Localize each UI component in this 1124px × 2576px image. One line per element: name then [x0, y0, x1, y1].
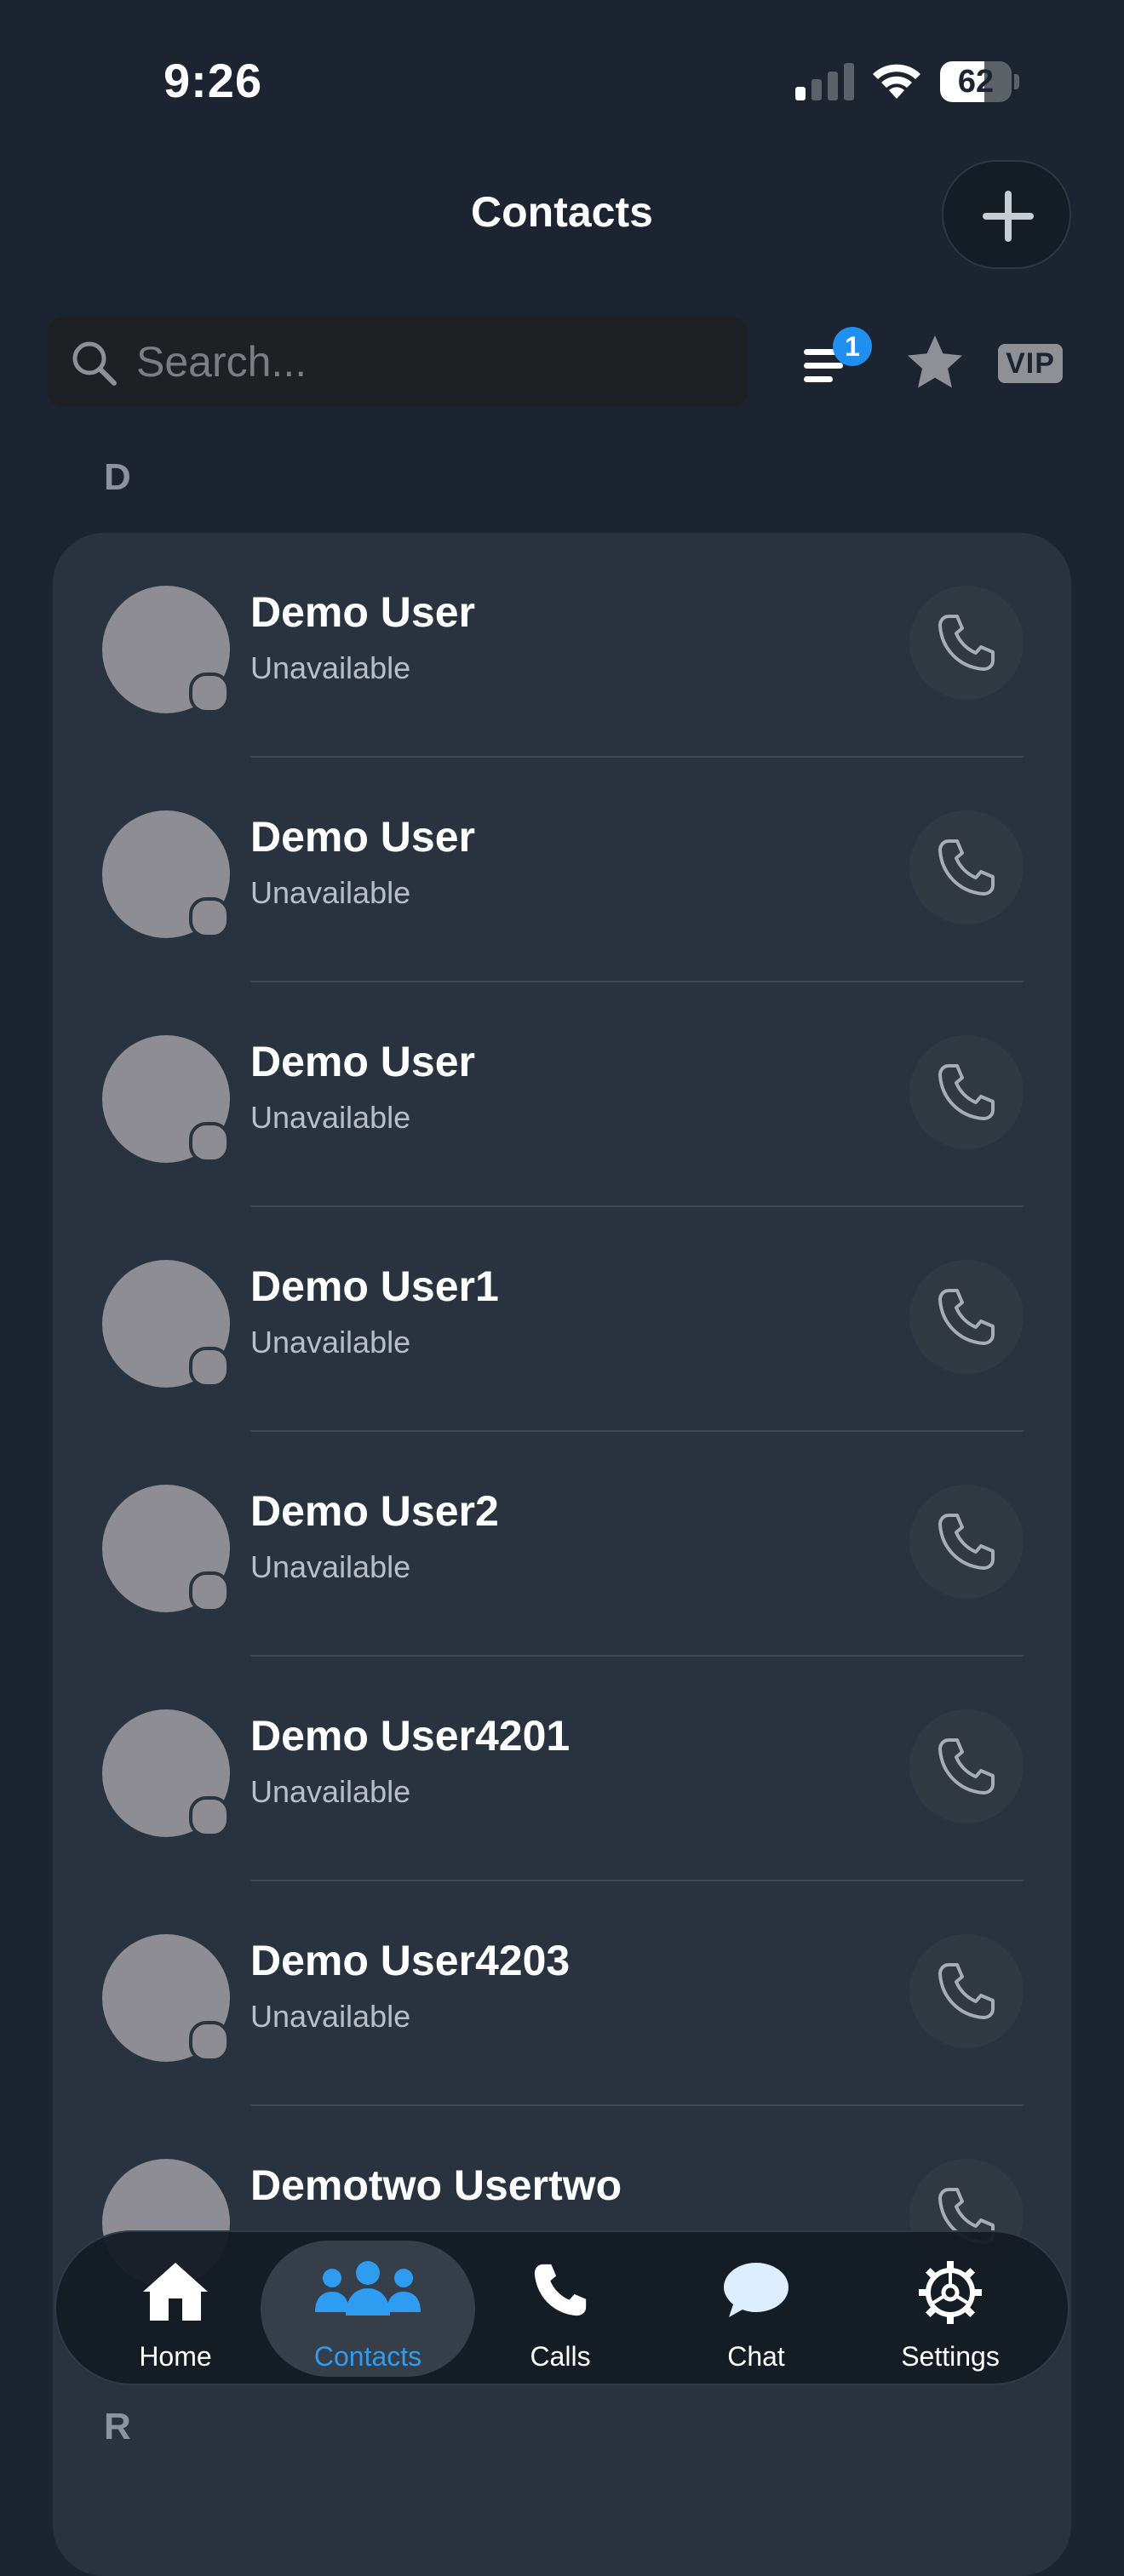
contact-name: Demo User1	[250, 1262, 499, 1310]
contact-status: Unavailable	[250, 1999, 411, 2034]
star-icon	[908, 335, 962, 388]
search-icon	[72, 341, 117, 386]
contact-name: Demo User	[250, 588, 475, 636]
presence-status-dot	[189, 1571, 230, 1612]
contact-row[interactable]: Demo User Unavailable	[53, 982, 1071, 1207]
contact-status: Unavailable	[250, 1774, 411, 1809]
search-input[interactable]	[128, 317, 732, 407]
phone-icon	[938, 1064, 995, 1120]
contact-name: Demotwo Usertwo	[250, 2161, 622, 2209]
contact-status: Unavailable	[250, 1100, 411, 1135]
gear-icon	[919, 2261, 982, 2324]
contact-status: Unavailable	[250, 1549, 411, 1584]
contact-name: Demo User2	[250, 1487, 499, 1535]
chat-bubble-icon	[724, 2263, 789, 2317]
call-button[interactable]	[909, 1709, 1024, 1823]
tab-chat[interactable]: Chat	[671, 2241, 841, 2377]
cellular-signal-icon	[795, 63, 854, 100]
battery-indicator: 62	[940, 61, 1019, 102]
presence-status-dot	[189, 673, 230, 713]
battery-tip	[1014, 74, 1019, 89]
tab-label: Chat	[727, 2341, 785, 2372]
favorites-button[interactable]	[904, 332, 966, 393]
contact-row[interactable]: Demo User4201 Unavailable	[53, 1657, 1071, 1881]
contact-row[interactable]: Demo User Unavailable	[53, 758, 1071, 982]
contact-name: Demo User	[250, 1038, 475, 1085]
contact-name: Demo User4201	[250, 1712, 571, 1760]
home-icon	[143, 2263, 208, 2321]
tab-label: Contacts	[313, 2341, 422, 2372]
contact-row[interactable]: Demo User Unavailable	[53, 533, 1071, 758]
phone-icon	[938, 1963, 995, 2019]
contact-name: Demo User	[250, 813, 475, 861]
tab-home[interactable]: Home	[90, 2241, 261, 2377]
contact-status: Unavailable	[250, 650, 411, 685]
add-contact-button[interactable]	[942, 160, 1071, 269]
people-icon	[315, 2261, 421, 2316]
plus-icon	[983, 191, 1034, 242]
filter-count-badge: 1	[833, 327, 872, 366]
section-header-d: D	[104, 456, 131, 498]
vip-filter-button[interactable]: VIP	[998, 344, 1063, 383]
call-button[interactable]	[909, 1035, 1024, 1149]
contact-row[interactable]: Demo User1 Unavailable	[53, 1207, 1071, 1432]
presence-status-dot	[189, 1122, 230, 1163]
contact-row[interactable]: Demo User4203 Unavailable	[53, 1881, 1071, 2106]
contact-status: Unavailable	[250, 1325, 411, 1360]
phone-icon	[534, 2264, 587, 2316]
filter-button[interactable]: 1	[799, 327, 875, 395]
presence-status-dot	[189, 897, 230, 938]
contact-name: Demo User4203	[250, 1937, 571, 1984]
status-bar: 9:26 62	[0, 0, 1124, 162]
presence-status-dot	[189, 1796, 230, 1837]
contact-row[interactable]: Demo User2 Unavailable	[53, 1432, 1071, 1657]
phone-icon	[938, 615, 995, 671]
battery-percent: 62	[957, 64, 995, 100]
phone-icon	[938, 1738, 995, 1795]
tab-bar: Home Contacts Calls Chat Settings	[54, 2230, 1070, 2385]
presence-status-dot	[189, 1347, 230, 1388]
phone-icon	[938, 1514, 995, 1570]
tab-label: Settings	[901, 2341, 1000, 2372]
battery-icon: 62	[940, 61, 1012, 102]
section-header-r: R	[104, 2406, 131, 2447]
tab-label: Calls	[530, 2341, 591, 2372]
call-button[interactable]	[909, 1934, 1024, 2048]
tab-settings[interactable]: Settings	[865, 2241, 1035, 2377]
wifi-icon	[873, 64, 920, 99]
phone-icon	[938, 1289, 995, 1345]
search-bar[interactable]	[48, 317, 748, 407]
tab-label: Home	[139, 2341, 212, 2372]
call-button[interactable]	[909, 586, 1024, 700]
call-button[interactable]	[909, 1485, 1024, 1599]
tab-contacts[interactable]: Contacts	[261, 2241, 475, 2377]
tab-calls[interactable]: Calls	[475, 2241, 645, 2377]
call-button[interactable]	[909, 1260, 1024, 1374]
presence-status-dot	[189, 2021, 230, 2062]
call-button[interactable]	[909, 810, 1024, 924]
phone-icon	[938, 839, 995, 896]
status-time: 9:26	[163, 54, 263, 107]
contact-status: Unavailable	[250, 875, 411, 910]
